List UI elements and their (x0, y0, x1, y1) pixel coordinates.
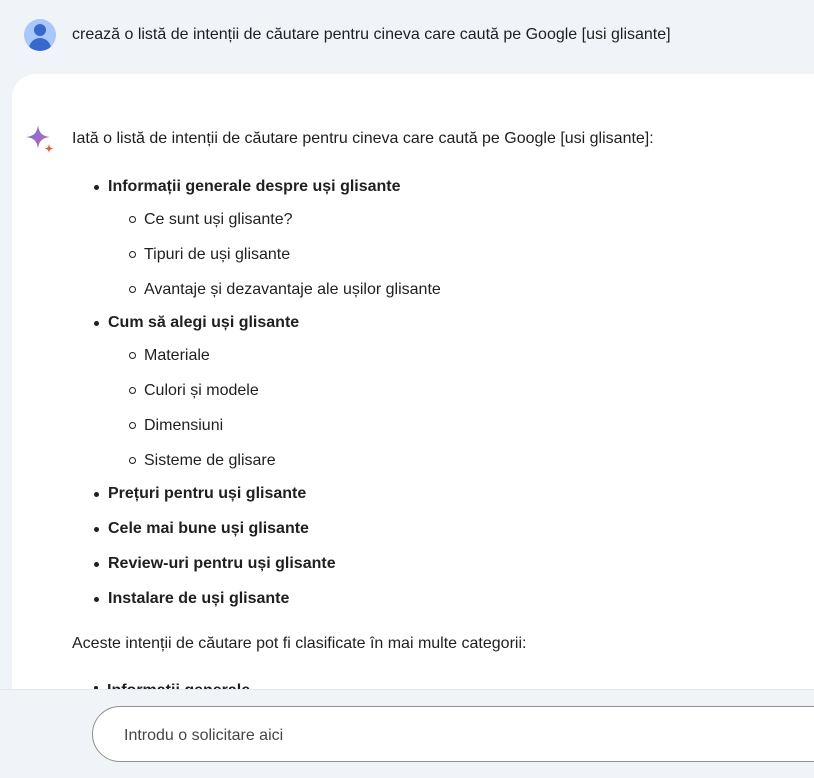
sub-list-item-label: Sisteme de glisare (144, 452, 276, 469)
list-item-prices: Prețuri pentru uși glisante (92, 483, 405, 505)
sub-list-item-label: Ce sunt uși glisante? (144, 211, 293, 228)
cutoff-list-item: Informații generale (107, 680, 250, 689)
bullet-icon (94, 185, 99, 190)
list-item-label: Instalare de uși glisante (108, 590, 290, 607)
user-prompt-text: crează o listă de intenții de căutare pe… (72, 26, 671, 43)
sub-list-item-label: Dimensiuni (144, 417, 224, 434)
list-item-best: Cele mai bune uși glisante (92, 518, 405, 540)
list-item-label: Prețuri pentru uși glisante (108, 485, 307, 502)
bullet-icon (94, 562, 99, 567)
sub-list-item-label: Culori și modele (144, 382, 259, 399)
list-item-label: Informații generale despre uși glisante (108, 178, 401, 195)
sub-list-item: Avantaje și dezavantaje ale ușilor glisa… (128, 279, 441, 301)
sub-list-how-to-choose: Materiale Culori și modele Dimensiuni Si… (128, 345, 441, 472)
circle-bullet-icon (129, 352, 136, 359)
list-item-label: Cum să alegi uși glisante (108, 314, 300, 331)
sub-list-item-label: Avantaje și dezavantaje ale ușilor glisa… (144, 281, 441, 298)
bullet-icon (94, 527, 99, 532)
prompt-input-placeholder[interactable]: Introdu o solicitare aici (124, 727, 283, 745)
circle-bullet-icon (129, 457, 136, 464)
sub-list-item: Tipuri de uși glisante (128, 244, 441, 266)
circle-bullet-icon (129, 387, 136, 394)
sub-list-item-label: Materiale (144, 347, 210, 364)
sub-list-item: Ce sunt uși glisante? (128, 209, 441, 231)
circle-bullet-icon (129, 422, 136, 429)
sub-list-item: Materiale (128, 345, 441, 367)
bullet-icon (94, 597, 99, 602)
list-item-label: Cele mai bune uși glisante (108, 520, 309, 537)
sparkle-icon (26, 125, 54, 153)
bullet-icon (94, 321, 99, 326)
user-avatar-icon[interactable] (24, 19, 56, 51)
list-item-how-to-choose: Cum să alegi uși glisante (92, 312, 405, 334)
list-item-general-info: Informații generale despre uși glisante (92, 176, 405, 198)
sub-list-general-info: Ce sunt uși glisante? Tipuri de uși glis… (128, 209, 441, 301)
sub-list-item: Sisteme de glisare (128, 450, 441, 472)
bullet-icon (94, 492, 99, 497)
list-item-label: Review-uri pentru uși glisante (108, 555, 336, 572)
circle-bullet-icon (129, 251, 136, 258)
list-item-reviews: Review-uri pentru uși glisante (92, 553, 405, 575)
response-intro: Iată o listă de intenții de căutare pent… (72, 130, 654, 147)
sub-list-item: Culori și modele (128, 380, 441, 402)
sub-list-item: Dimensiuni (128, 415, 441, 437)
response-closing-text: Aceste intenții de căutare pot fi clasif… (72, 635, 527, 652)
circle-bullet-icon (129, 216, 136, 223)
sub-list-item-label: Tipuri de uși glisante (144, 246, 291, 263)
circle-bullet-icon (129, 286, 136, 293)
user-message-row: crează o listă de intenții de căutare pe… (0, 0, 814, 72)
list-item-installation: Instalare de uși glisante (92, 588, 405, 610)
intent-list: Informații generale despre uși glisante … (92, 176, 441, 623)
